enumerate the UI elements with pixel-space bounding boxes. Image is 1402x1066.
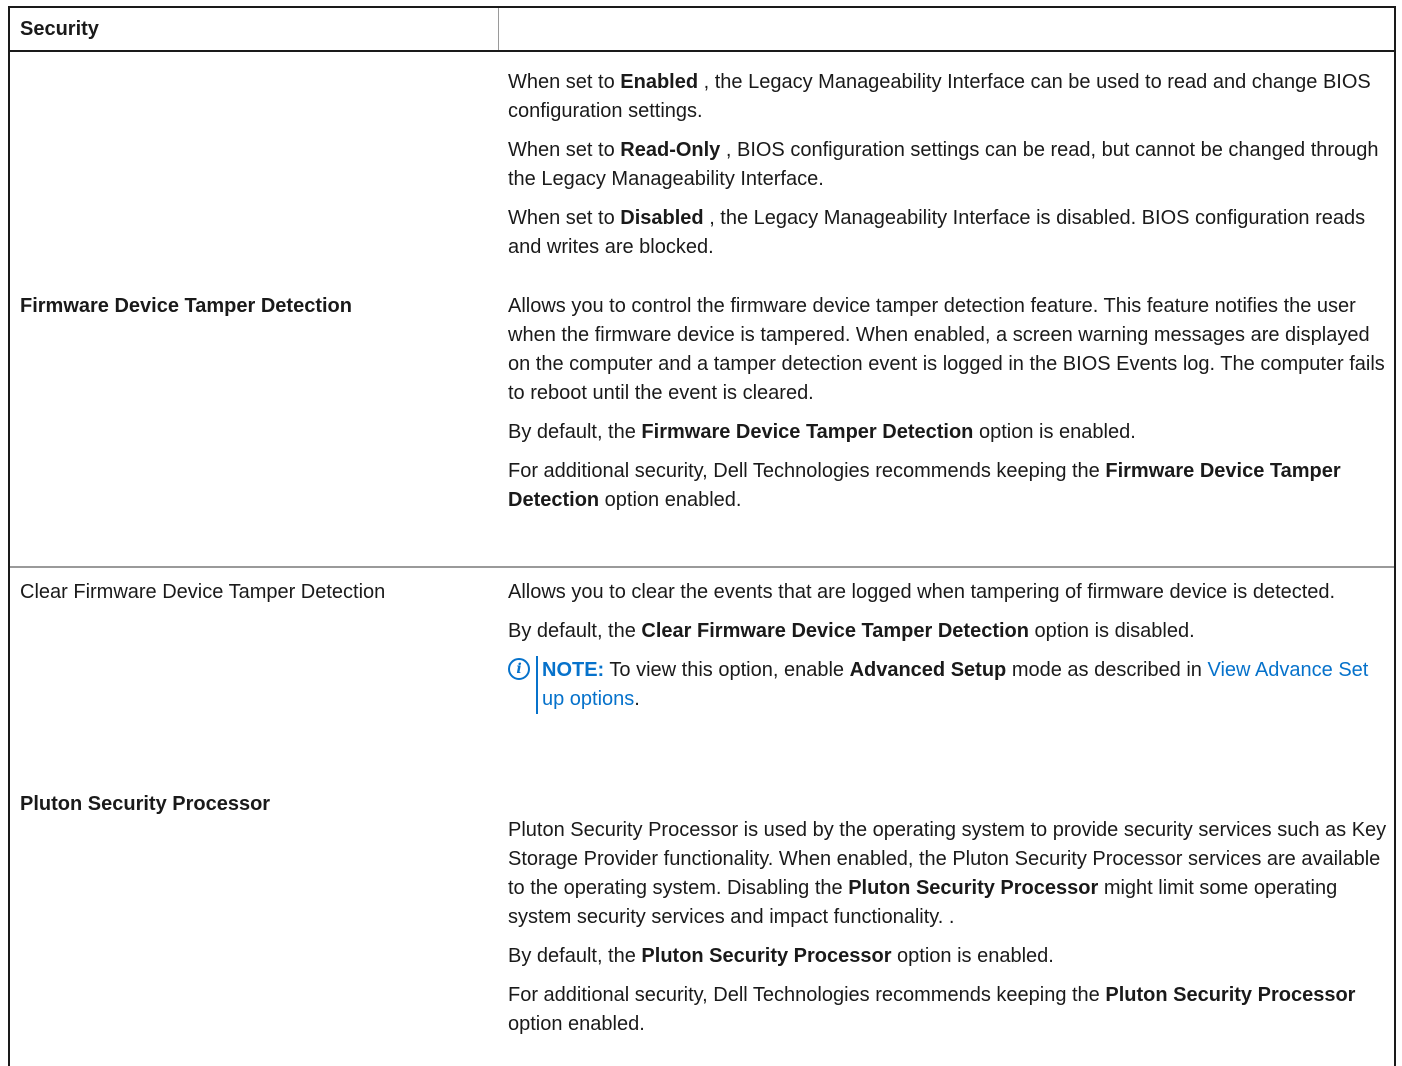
description-paragraph: By default, the Firmware Device Tamper D… (508, 421, 1136, 443)
setting-name: Pluton Security Processor (20, 793, 271, 815)
security-table: Security When set to Enabled , the Legac… (8, 6, 1396, 1066)
row-description: Allows you to clear the events that are … (508, 578, 1388, 724)
description-paragraph: By default, the Clear Firmware Device Ta… (508, 620, 1195, 642)
header-security: Security (20, 18, 99, 40)
description-paragraph: Allows you to control the firmware devic… (508, 295, 1385, 404)
info-icon: i (508, 658, 530, 680)
column-divider (498, 8, 499, 50)
table-row: When set to Enabled , the Legacy Managea… (10, 52, 1394, 274)
table-row: Pluton Security Processor Pluton Securit… (10, 776, 1394, 1066)
row-description: Allows you to control the firmware devic… (508, 292, 1388, 525)
row-description: Pluton Security Processor is used by the… (508, 816, 1388, 1049)
note-bar (536, 656, 538, 714)
description-paragraph: Allows you to clear the events that are … (508, 581, 1336, 603)
note-callout: i NOTE: To view this option, enable Adva… (508, 656, 1388, 714)
description-paragraph: Pluton Security Processor is used by the… (508, 819, 1387, 928)
description-paragraph: By default, the Pluton Security Processo… (508, 945, 1054, 967)
description-paragraph: When set to Disabled , the Legacy Manage… (508, 207, 1366, 258)
description-paragraph: For additional security, Dell Technologi… (508, 984, 1356, 1035)
table-header: Security (10, 8, 1394, 52)
description-paragraph: When set to Read-Only , BIOS configurati… (508, 139, 1379, 190)
description-paragraph: For additional security, Dell Technologi… (508, 460, 1341, 511)
table-row: Firmware Device Tamper Detection Allows … (10, 278, 1394, 566)
setting-name: Firmware Device Tamper Detection (20, 295, 352, 317)
table-row: Clear Firmware Device Tamper Detection A… (10, 566, 1394, 776)
row-description: When set to Enabled , the Legacy Managea… (508, 68, 1388, 272)
note-label: NOTE: (542, 659, 605, 681)
description-paragraph: When set to Enabled , the Legacy Managea… (508, 71, 1371, 122)
setting-name: Clear Firmware Device Tamper Detection (20, 581, 386, 603)
